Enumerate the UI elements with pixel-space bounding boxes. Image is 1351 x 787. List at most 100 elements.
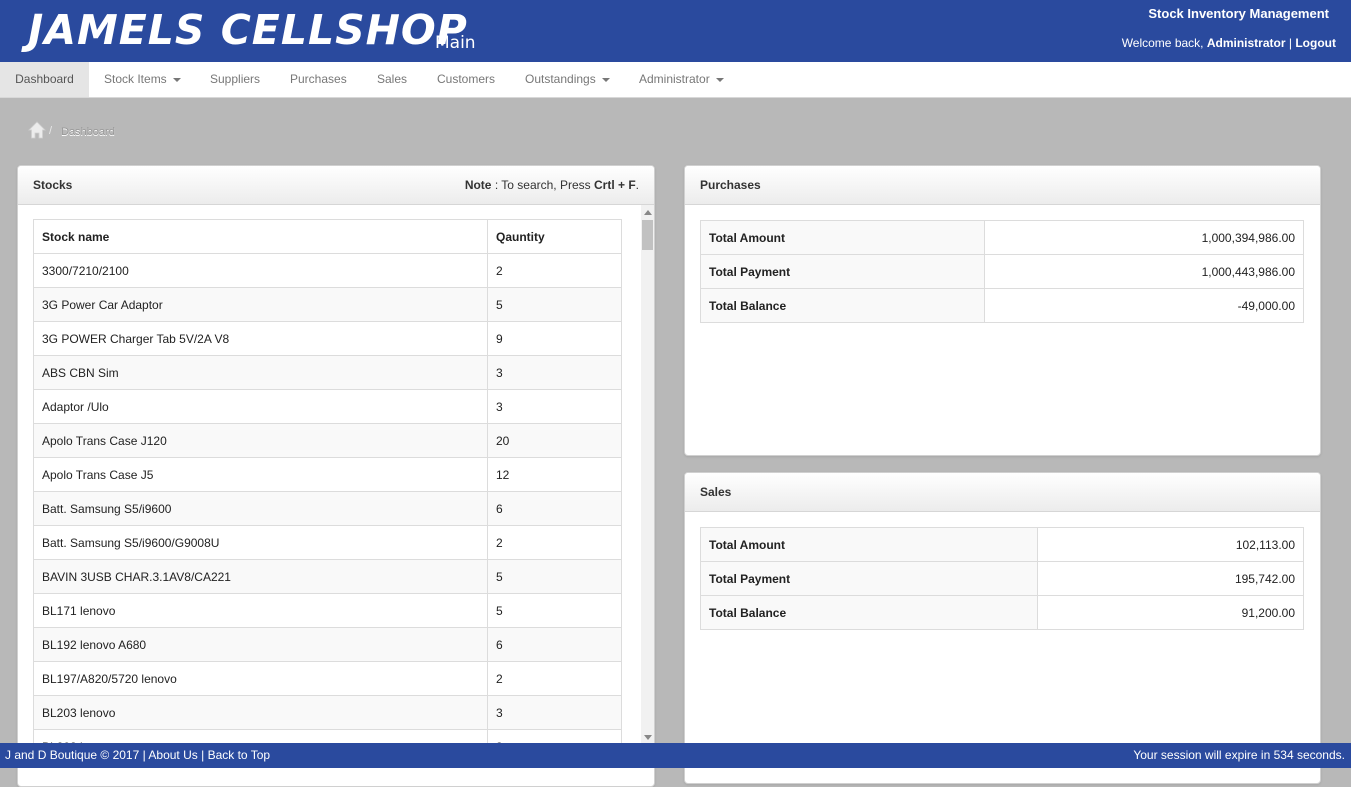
stock-name-cell: Batt. Samsung S5/i9600/G9008U: [33, 525, 488, 560]
user-name: Administrator: [1206, 36, 1286, 50]
stocks-table: Stock name Qauntity 3300/7210/2100 2 3G Po…: [33, 219, 622, 745]
nav-customers-label: Customers: [437, 72, 496, 86]
caret-down-icon: [172, 77, 181, 82]
sales-table: Total Amount 102,113.00 Total Payment 195,7…: [700, 527, 1304, 630]
brand-title: JAMELS CELLSHOP: [28, 6, 468, 54]
stock-name-cell: BL171 lenovo: [33, 593, 488, 628]
stock-name-cell: 3G Power Car Adaptor: [33, 287, 488, 322]
stock-name-cell: Apolo Trans Case J5: [33, 457, 488, 492]
stock-quantity-cell: 3: [487, 355, 622, 390]
summary-row: Total Payment 195,742.00: [700, 561, 1304, 596]
breadcrumb-current: Dashboard: [61, 126, 115, 138]
summary-row: Total Amount 1,000,394,986.00: [700, 220, 1304, 255]
table-row: BAVIN 3USB CHAR.3.1AV8/CA221 5: [33, 559, 622, 594]
stocks-table-body: 3300/7210/2100 2 3G Power Car Adaptor 5 3G P…: [33, 253, 622, 745]
summary-label: Total Payment: [700, 254, 985, 289]
footer-separator: |: [197, 748, 208, 762]
summary-label: Total Amount: [700, 527, 1038, 562]
column-header-quantity: Qauntity: [487, 219, 622, 254]
stock-name-cell: ABS CBN Sim: [33, 355, 488, 390]
nav-purchases-label: Purchases: [290, 72, 347, 86]
table-row: Adaptor /Ulo 3: [33, 389, 622, 424]
table-header-row: Stock name Qauntity: [33, 219, 622, 254]
summary-value: 1,000,443,986.00: [984, 254, 1304, 289]
table-row: BL192 lenovo A680 6: [33, 627, 622, 662]
summary-label: Total Amount: [700, 220, 985, 255]
footer-copyright: J and D Boutique © 2017: [5, 748, 140, 762]
nav-purchases[interactable]: Purchases: [290, 62, 347, 97]
about-us-link[interactable]: About Us: [148, 748, 197, 762]
stocks-scroll-area[interactable]: Stock name Qauntity 3300/7210/2100 2 3G Po…: [18, 205, 654, 745]
summary-label: Total Balance: [700, 595, 1038, 630]
home-icon[interactable]: [28, 121, 46, 139]
back-to-top-link[interactable]: Back to Top: [208, 748, 270, 762]
scroll-down-icon[interactable]: [644, 735, 652, 740]
stock-name-cell: Batt. Samsung S5/i9600: [33, 491, 488, 526]
nav-outstandings-label: Outstandings: [525, 72, 596, 86]
table-row: 3G POWER Charger Tab 5V/2A V8 9: [33, 321, 622, 356]
stocks-panel: Stocks Note : To search, Press Crtl + F.…: [17, 165, 655, 787]
welcome-separator: |: [1288, 36, 1292, 50]
search-note: Note : To search, Press Crtl + F.: [465, 178, 639, 192]
purchases-panel-header: Purchases: [685, 166, 1320, 205]
main-nav: Dashboard Stock Items Suppliers Purchase…: [0, 62, 1351, 98]
nav-outstandings[interactable]: Outstandings: [525, 62, 610, 97]
stock-name-cell: 3G POWER Charger Tab 5V/2A V8: [33, 321, 488, 356]
app-title: Stock Inventory Management: [1148, 6, 1329, 21]
caret-down-icon: [715, 77, 724, 82]
table-row: 3300/7210/2100 2: [33, 253, 622, 288]
stocks-scrollbar[interactable]: [641, 205, 654, 745]
nav-stock-items[interactable]: Stock Items: [104, 62, 181, 97]
summary-label: Total Payment: [700, 561, 1038, 596]
stock-name-cell: BL192 lenovo A680: [33, 627, 488, 662]
stock-name-cell: BAVIN 3USB CHAR.3.1AV8/CA221: [33, 559, 488, 594]
nav-customers[interactable]: Customers: [437, 62, 495, 97]
stock-quantity-cell: 2: [487, 525, 622, 560]
stock-name-cell: BL197/A820/5720 lenovo: [33, 661, 488, 696]
nav-sales[interactable]: Sales: [377, 62, 407, 97]
stock-quantity-cell: 9: [487, 321, 622, 356]
scrollbar-thumb[interactable]: [642, 220, 653, 250]
stock-quantity-cell: 2: [487, 661, 622, 696]
stock-quantity-cell: 6: [487, 627, 622, 662]
stock-name-cell: BL203 lenovo: [33, 695, 488, 730]
stock-quantity-cell: 5: [487, 559, 622, 594]
stock-name-cell: 3300/7210/2100: [33, 253, 488, 288]
stock-quantity-cell: 6: [487, 491, 622, 526]
nav-administrator[interactable]: Administrator: [639, 62, 724, 97]
sales-panel-title: Sales: [700, 485, 732, 499]
footer: J and D Boutique © 2017 | About Us | Bac…: [0, 743, 1351, 768]
table-row: BL197/A820/5720 lenovo 2: [33, 661, 622, 696]
table-row: Apolo Trans Case J120 20: [33, 423, 622, 458]
footer-left: J and D Boutique © 2017 | About Us | Bac…: [5, 748, 270, 762]
purchases-table-body: Total Amount 1,000,394,986.00 Total Paymen…: [700, 220, 1304, 323]
scroll-up-icon[interactable]: [644, 210, 652, 215]
summary-row: Total Balance -49,000.00: [700, 288, 1304, 323]
stocks-panel-header: Stocks Note : To search, Press Crtl + F.: [18, 166, 654, 205]
note-text: : To search, Press: [491, 178, 594, 192]
nav-dashboard-label: Dashboard: [15, 72, 74, 86]
nav-suppliers[interactable]: Suppliers: [210, 62, 260, 97]
note-label: Note: [464, 178, 492, 192]
table-row: Batt. Samsung S5/i9600 6: [33, 491, 622, 526]
stock-quantity-cell: 3: [487, 389, 622, 424]
sales-table-body: Total Amount 102,113.00 Total Payment 195,7…: [700, 527, 1304, 630]
summary-value: 91,200.00: [1037, 595, 1304, 630]
nav-dashboard[interactable]: Dashboard: [0, 62, 89, 97]
caret-down-icon: [601, 77, 610, 82]
stock-quantity-cell: 2: [487, 253, 622, 288]
purchases-table: Total Amount 1,000,394,986.00 Total Paymen…: [700, 220, 1304, 323]
summary-row: Total Amount 102,113.00: [700, 527, 1304, 562]
note-keys: Crtl + F: [593, 178, 636, 192]
top-header: JAMELS CELLSHOP Main Stock Inventory Man…: [0, 0, 1351, 62]
stock-name-cell: Apolo Trans Case J120: [33, 423, 488, 458]
logout-link[interactable]: Logout: [1295, 36, 1336, 50]
table-row: BL203 lenovo 3: [33, 695, 622, 730]
stock-quantity-cell: 12: [487, 457, 622, 492]
stock-quantity-cell: 20: [487, 423, 622, 458]
summary-value: 195,742.00: [1037, 561, 1304, 596]
brand-subtitle: Main: [435, 33, 476, 53]
column-header-stock-name: Stock name: [33, 219, 488, 254]
table-row: Batt. Samsung S5/i9600/G9008U 2: [33, 525, 622, 560]
purchases-panel-title: Purchases: [700, 178, 761, 192]
